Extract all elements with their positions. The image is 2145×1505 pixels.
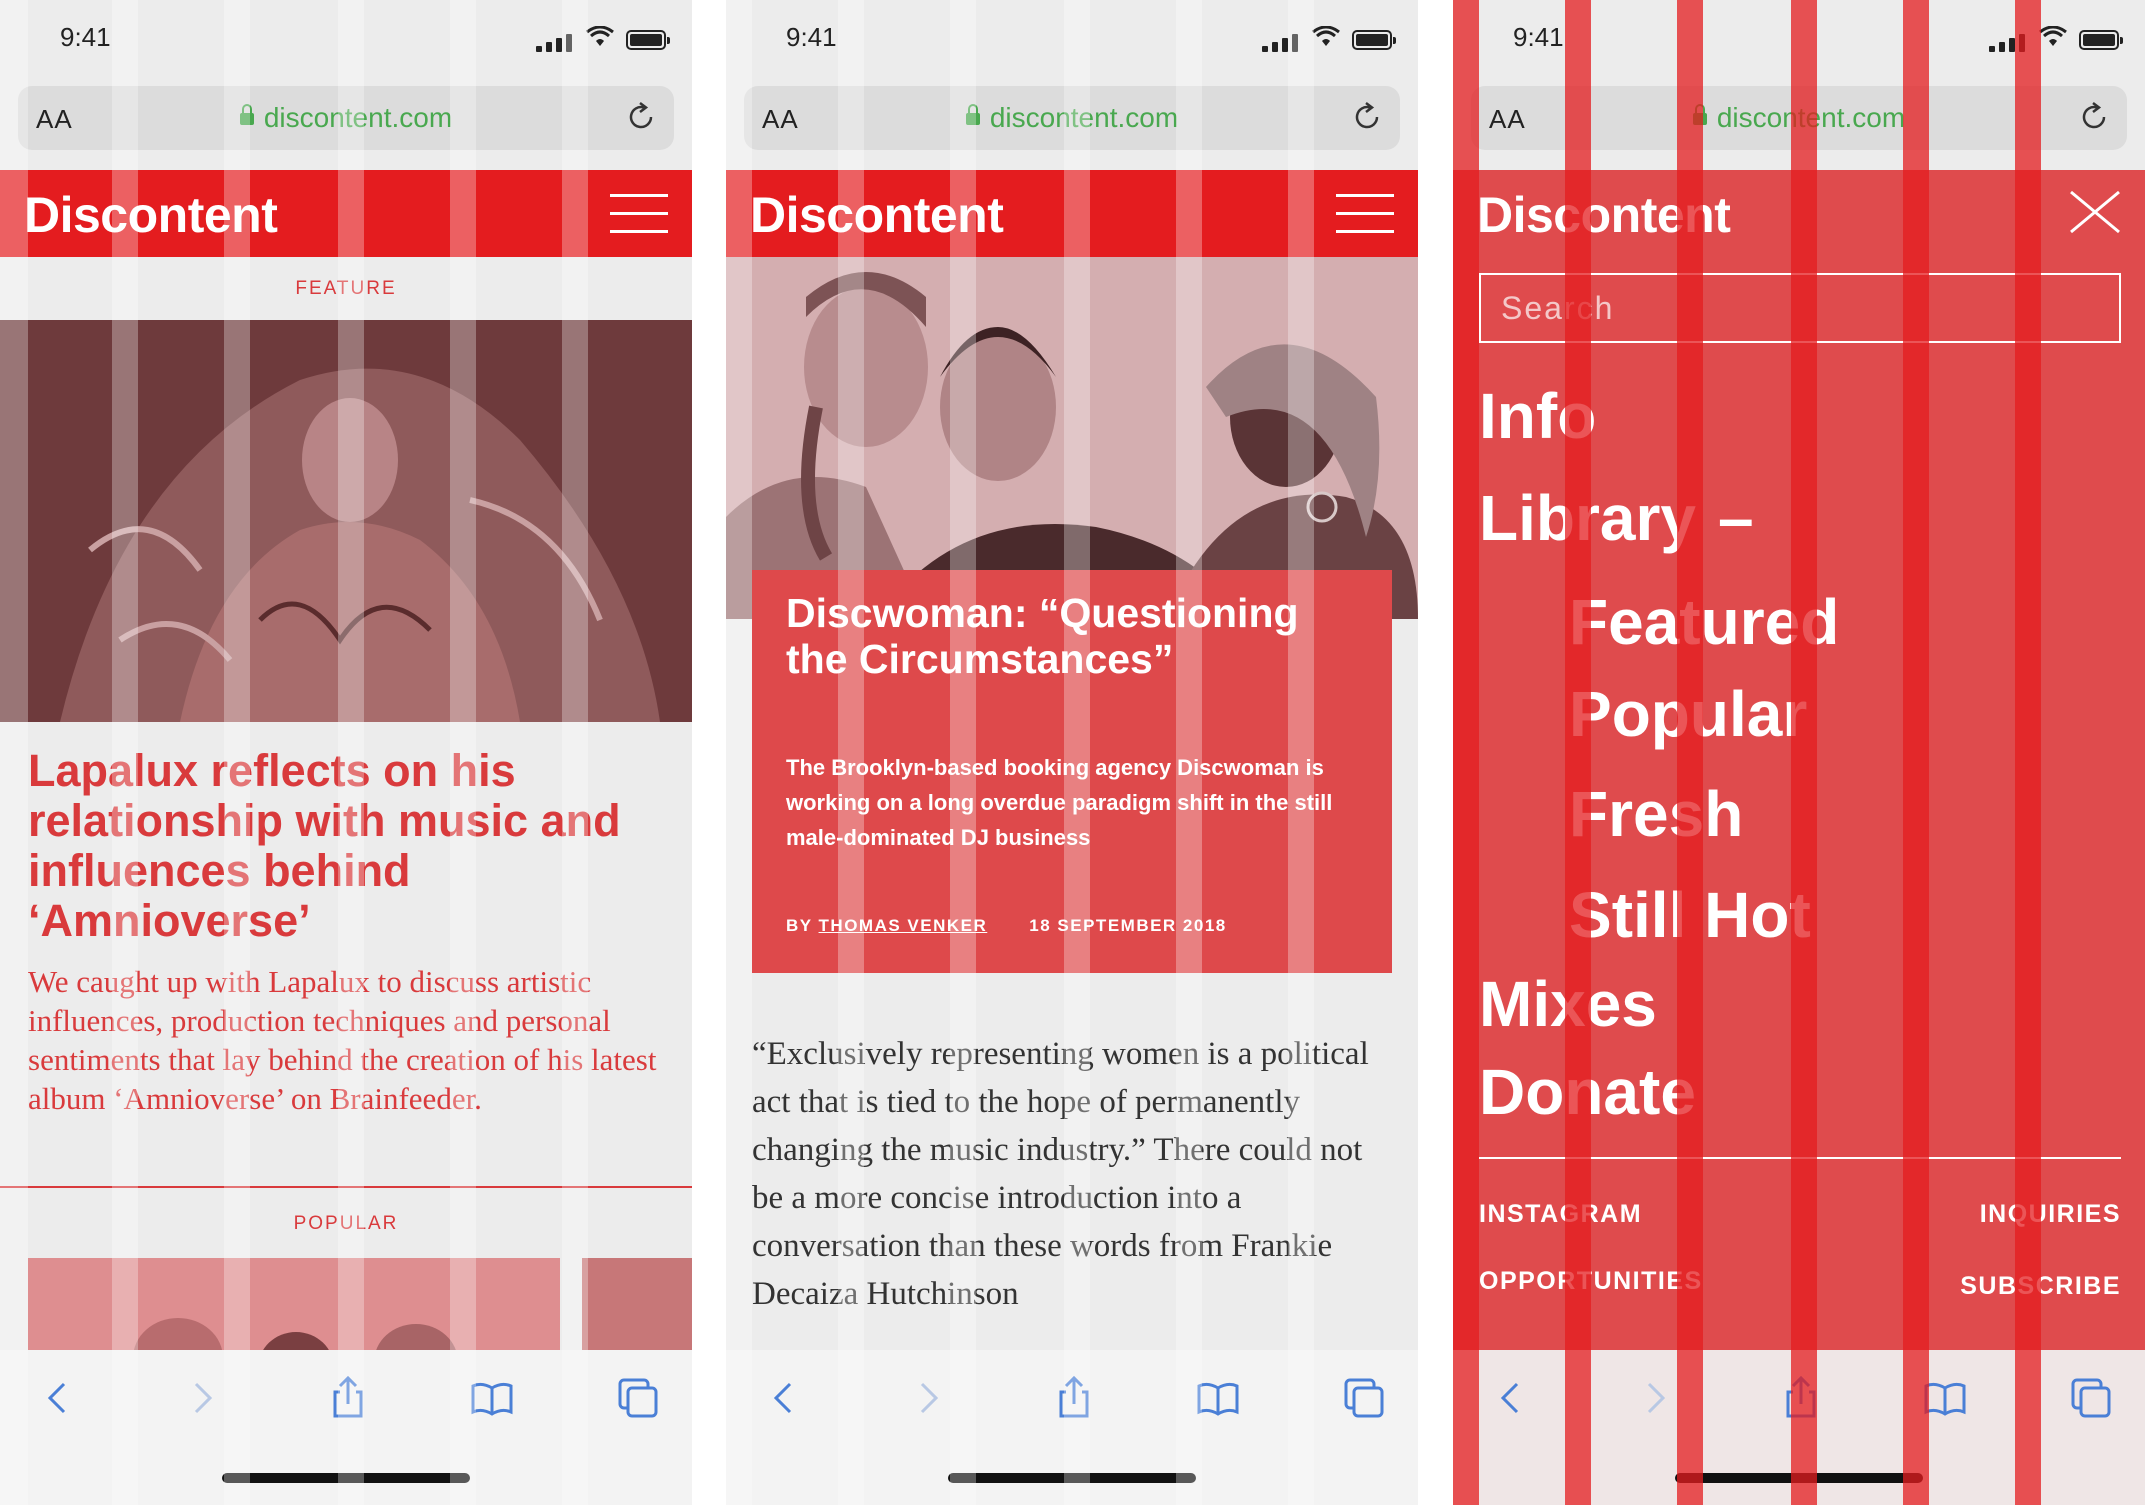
reload-icon[interactable] xyxy=(1350,100,1384,134)
article-body: “Exclusively representing women is a pol… xyxy=(752,1036,1369,1312)
tabs-icon[interactable] xyxy=(1342,1376,1386,1420)
wifi-icon xyxy=(2039,26,2067,46)
lock-icon xyxy=(965,104,980,125)
nav-item-library[interactable]: Library – xyxy=(1479,486,2121,550)
article-byline: BY THOMAS VENKER 18 SEPTEMBER 2018 xyxy=(786,916,1227,936)
reload-icon[interactable] xyxy=(2077,100,2111,134)
url-text: discontent.com xyxy=(1716,102,1906,133)
nav-item-donate[interactable]: Donate xyxy=(1479,1060,2121,1124)
popular-thumbnail[interactable] xyxy=(28,1258,560,1358)
signal-icon xyxy=(1262,34,1300,52)
site-header: Discontent xyxy=(0,170,692,257)
address-bar[interactable]: AA discontent.com xyxy=(744,86,1400,150)
bookmarks-icon[interactable] xyxy=(470,1376,514,1420)
article-title-card: Discwoman: “Questioning the Circumstance… xyxy=(752,570,1392,973)
home-indicator xyxy=(1675,1473,1923,1483)
collapse-toggle[interactable]: – xyxy=(1718,482,1754,554)
battery-icon xyxy=(626,30,670,50)
link-opportunities[interactable]: OPPORTUNITIES xyxy=(1479,1267,1703,1296)
url-text: discontent.com xyxy=(989,102,1179,133)
back-icon[interactable] xyxy=(36,1376,80,1420)
phone-screen-article: 9:41 AA discontent.com Discontent Discwo… xyxy=(726,0,1418,1505)
status-bar: 9:41 xyxy=(0,0,692,80)
search-input[interactable] xyxy=(1481,275,2119,341)
url-display[interactable]: discontent.com xyxy=(1471,102,2127,134)
article-dek: The Brooklyn-based booking agency Discwo… xyxy=(786,755,1333,850)
url-display[interactable]: discontent.com xyxy=(18,102,674,134)
nav-item-mixes[interactable]: Mixes xyxy=(1479,972,2121,1036)
status-time: 9:41 xyxy=(786,22,837,52)
phone-screen-menu: 9:41 AA discontent.com Discontent Info L… xyxy=(1453,0,2145,1505)
nav-item-still-hot[interactable]: Still Hot xyxy=(1569,883,2121,947)
publish-date: 18 SEPTEMBER 2018 xyxy=(1029,916,1227,935)
menu-divider xyxy=(1479,1157,2121,1159)
tabs-icon[interactable] xyxy=(2069,1376,2113,1420)
site-logo[interactable]: Discontent xyxy=(750,186,1004,244)
article-hero-image xyxy=(726,257,1418,619)
nav-item-featured[interactable]: Featured xyxy=(1569,590,2121,654)
link-instagram[interactable]: INSTAGRAM xyxy=(1479,1200,1642,1229)
signal-icon xyxy=(536,34,574,52)
link-subscribe[interactable]: SUBSCRIBE xyxy=(1960,1272,2121,1301)
phone-screen-feed: 9:41 AA discontent.com Discontent FEATUR… xyxy=(0,0,692,1505)
section-label-popular: POPULAR xyxy=(293,1213,399,1234)
popular-thumbnail-next[interactable] xyxy=(582,1258,692,1358)
feature-image[interactable] xyxy=(0,320,692,722)
link-inquiries[interactable]: INQUIRIES xyxy=(1980,1200,2121,1229)
nav-item-fresh[interactable]: Fresh xyxy=(1569,782,2121,846)
article-title: Discwoman: “Questioning the Circumstance… xyxy=(786,590,1299,682)
forward-icon[interactable] xyxy=(1633,1376,1677,1420)
wifi-icon xyxy=(586,26,614,46)
browser-toolbar xyxy=(1453,1350,2145,1505)
section-label-feature: FEATURE xyxy=(295,278,397,299)
share-icon[interactable] xyxy=(1052,1376,1096,1420)
site-logo[interactable]: Discontent xyxy=(24,186,278,244)
site-header: Discontent xyxy=(1453,170,2145,257)
site-logo[interactable]: Discontent xyxy=(1477,186,1731,244)
address-bar[interactable]: AA discontent.com xyxy=(18,86,674,150)
share-icon[interactable] xyxy=(326,1376,370,1420)
nav-item-popular[interactable]: Popular xyxy=(1569,682,2121,746)
share-icon[interactable] xyxy=(1779,1376,1823,1420)
nav-library-label: Library xyxy=(1479,482,1696,554)
forward-icon[interactable] xyxy=(180,1376,224,1420)
byline-prefix: BY xyxy=(786,916,813,935)
battery-icon xyxy=(1352,30,1396,50)
url-text: discontent.com xyxy=(263,102,453,133)
tabs-icon[interactable] xyxy=(616,1376,660,1420)
browser-toolbar xyxy=(726,1350,1418,1505)
signal-icon xyxy=(1989,34,2027,52)
status-time: 9:41 xyxy=(60,22,111,52)
back-icon[interactable] xyxy=(762,1376,806,1420)
battery-icon xyxy=(2079,30,2123,50)
browser-toolbar xyxy=(0,1350,692,1505)
status-bar: 9:41 xyxy=(726,0,1418,80)
close-icon[interactable] xyxy=(2067,190,2123,234)
bookmarks-icon[interactable] xyxy=(1196,1376,1240,1420)
lock-icon xyxy=(1692,104,1707,125)
status-bar: 9:41 xyxy=(1453,0,2145,80)
site-header: Discontent xyxy=(726,170,1418,257)
address-bar[interactable]: AA discontent.com xyxy=(1471,86,2127,150)
bookmarks-icon[interactable] xyxy=(1923,1376,1967,1420)
back-icon[interactable] xyxy=(1489,1376,1533,1420)
wifi-icon xyxy=(1312,26,1340,46)
nav-item-info[interactable]: Info xyxy=(1479,384,2121,448)
home-indicator xyxy=(948,1473,1196,1483)
forward-icon[interactable] xyxy=(906,1376,950,1420)
lock-icon xyxy=(239,104,254,125)
search-field[interactable] xyxy=(1479,273,2121,343)
author-link[interactable]: THOMAS VENKER xyxy=(819,916,988,935)
url-display[interactable]: discontent.com xyxy=(744,102,1400,134)
menu-icon[interactable] xyxy=(1336,194,1394,234)
feature-dek: We caught up with Lapalux to discuss art… xyxy=(28,964,657,1116)
section-divider xyxy=(0,1186,692,1188)
status-time: 9:41 xyxy=(1513,22,1564,52)
home-indicator xyxy=(222,1473,470,1483)
reload-icon[interactable] xyxy=(624,100,658,134)
feature-headline[interactable]: Lapalux reflects on his relationship wit… xyxy=(28,746,672,946)
menu-icon[interactable] xyxy=(610,194,668,234)
